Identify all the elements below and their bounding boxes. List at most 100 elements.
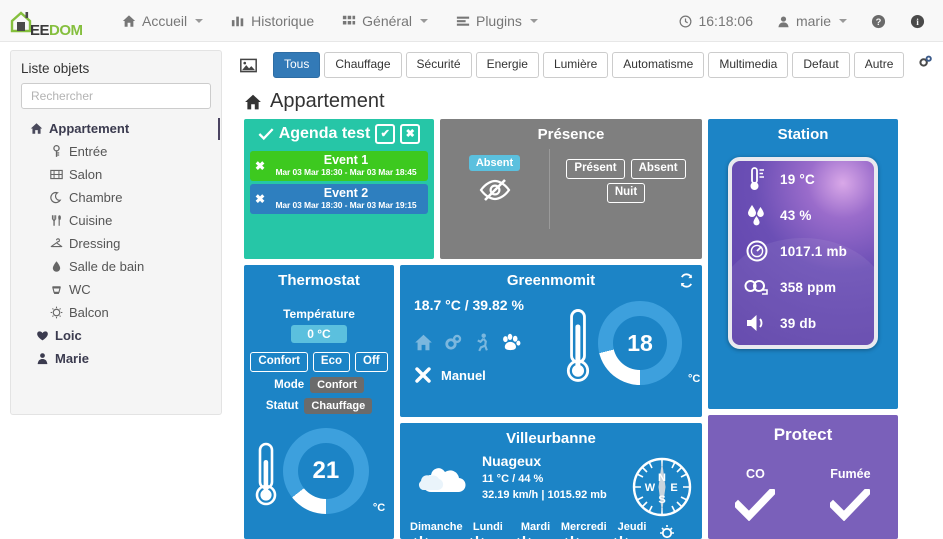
check-icon bbox=[735, 489, 775, 521]
station-panel: 19 °C 43 % 1017.1 mb bbox=[728, 157, 878, 349]
tab-lumiere[interactable]: Lumière bbox=[543, 52, 608, 77]
nav-user-menu[interactable]: marie bbox=[765, 0, 859, 42]
tab-automatisme[interactable]: Automatisme bbox=[612, 52, 704, 77]
tab-chauffage[interactable]: Chauffage bbox=[324, 52, 401, 77]
presence-present-button[interactable]: Présent bbox=[566, 159, 624, 179]
check-icon bbox=[258, 127, 274, 141]
thermostat-gauge-value: 21 bbox=[298, 443, 354, 499]
thermostat-eco-button[interactable]: Eco bbox=[313, 352, 350, 372]
sidebar-item-label: Entrée bbox=[69, 144, 107, 159]
sidebar-item-salle-de-bain[interactable]: Salle de bain bbox=[21, 255, 211, 278]
sun-icon bbox=[410, 534, 463, 539]
tab-securite[interactable]: Sécurité bbox=[406, 52, 472, 77]
sidebar-item-cuisine[interactable]: Cuisine bbox=[21, 209, 211, 232]
nav-info-button[interactable]: i bbox=[898, 0, 937, 42]
sun-icon bbox=[561, 534, 607, 539]
brand-logo-link[interactable]: EEDOM bbox=[8, 0, 94, 42]
tab-defaut[interactable]: Defaut bbox=[792, 52, 849, 77]
tab-tous[interactable]: Tous bbox=[273, 52, 320, 77]
paw-icon[interactable] bbox=[501, 333, 521, 352]
running-icon[interactable] bbox=[474, 333, 490, 352]
widget-thermostat[interactable]: Thermostat Température 0 °C Confort Eco … bbox=[244, 265, 394, 539]
weather-extra-icon-cell bbox=[657, 521, 702, 539]
thermostat-mode-value: Confort bbox=[310, 377, 364, 393]
tab-autre[interactable]: Autre bbox=[854, 52, 905, 77]
sidebar-item-label: Marie bbox=[55, 351, 89, 366]
presence-absent-button[interactable]: Absent bbox=[631, 159, 686, 179]
sidebar-item-dressing[interactable]: Dressing bbox=[21, 232, 211, 255]
nav-help-button[interactable]: ? bbox=[859, 0, 898, 42]
nav-item-general[interactable]: Général bbox=[328, 0, 442, 42]
nav-item-plugins[interactable]: Plugins bbox=[442, 0, 552, 42]
tab-energie[interactable]: Energie bbox=[476, 52, 539, 77]
greenmomit-mode-icons bbox=[414, 333, 564, 352]
refresh-icon[interactable] bbox=[679, 273, 694, 288]
sidebar-item-salon[interactable]: Salon bbox=[21, 163, 211, 186]
thermostat-off-button[interactable]: Off bbox=[355, 352, 388, 372]
protect-sensor-label: CO bbox=[735, 467, 775, 481]
forecast-day-label: Mercredi bbox=[561, 521, 607, 533]
agenda-event[interactable]: ✖ Event 2 Mar 03 Mar 18:30 - Mar 03 Mar … bbox=[250, 184, 428, 214]
image-icon[interactable] bbox=[240, 58, 257, 73]
agenda-event[interactable]: ✖ Event 1 Mar 03 Mar 18:30 - Mar 03 Mar … bbox=[250, 151, 428, 181]
svg-text:E: E bbox=[670, 482, 677, 494]
sidebar-item-wc[interactable]: WC bbox=[21, 278, 211, 301]
sidebar-item-marie[interactable]: Marie bbox=[21, 347, 211, 370]
widget-greenmomit[interactable]: Greenmomit 18.7 °C / 39.82 % bbox=[400, 265, 702, 417]
station-value: 19 °C bbox=[780, 172, 815, 187]
info-circle-icon: i bbox=[910, 14, 925, 29]
sidebar-item-loic[interactable]: Loic bbox=[21, 324, 211, 347]
presence-title: Présence bbox=[440, 119, 702, 143]
agenda-cancel-button[interactable]: ✖ bbox=[400, 124, 420, 144]
thermostat-confort-button[interactable]: Confort bbox=[250, 352, 308, 372]
widget-protect[interactable]: Protect CO Fumée bbox=[708, 415, 898, 539]
sidebar-item-entree[interactable]: Entrée bbox=[21, 140, 211, 163]
widget-station[interactable]: Station 19 °C 43 % bbox=[708, 119, 898, 409]
station-row-pressure: 1017.1 mb bbox=[732, 233, 874, 269]
protect-body: CO Fumée bbox=[708, 445, 898, 521]
forecast-day-label: Jeudi bbox=[618, 521, 647, 533]
sidebar-item-balcon[interactable]: Balcon bbox=[21, 301, 211, 324]
event-remove-icon[interactable]: ✖ bbox=[255, 192, 265, 206]
widget-weather[interactable]: Villeurbanne Nuageux 11 °C / 44 % 32.19 … bbox=[400, 423, 702, 539]
cloud-icon bbox=[408, 449, 482, 519]
presence-nuit-button[interactable]: Nuit bbox=[607, 183, 645, 203]
thermostat-temp-label: Température bbox=[244, 307, 394, 321]
thermometer-icon bbox=[564, 307, 592, 385]
station-value: 1017.1 mb bbox=[780, 244, 847, 259]
home-icon bbox=[29, 122, 43, 135]
forecast-day: Mercredi bbox=[561, 521, 607, 539]
nav-item-historique[interactable]: Historique bbox=[217, 0, 328, 42]
station-row-humidity: 43 % bbox=[732, 197, 874, 233]
sidebar-item-appartement[interactable]: Appartement bbox=[21, 117, 211, 140]
widget-presence[interactable]: Présence Absent bbox=[440, 119, 702, 259]
tab-multimedia[interactable]: Multimedia bbox=[708, 52, 788, 77]
gears-icon[interactable] bbox=[918, 54, 933, 69]
widget-agenda[interactable]: Agenda test ✔ ✖ ✖ Event 1 Mar 03 Mar 18:… bbox=[244, 119, 434, 259]
nav-item-accueil[interactable]: Accueil bbox=[108, 0, 217, 42]
svg-text:W: W bbox=[645, 482, 656, 494]
list-icon bbox=[456, 14, 470, 28]
page-title-text: Appartement bbox=[270, 90, 385, 113]
search-input[interactable] bbox=[21, 83, 211, 109]
thermostat-mode-buttons: Confort Eco Off bbox=[244, 352, 394, 372]
station-row-noise: 39 db bbox=[732, 305, 874, 341]
thermometer-icon bbox=[253, 440, 279, 508]
sidebar-item-chambre[interactable]: Chambre bbox=[21, 186, 211, 209]
event-remove-icon[interactable]: ✖ bbox=[255, 159, 265, 173]
nav-item-label: Général bbox=[362, 13, 412, 29]
question-circle-icon: ? bbox=[871, 14, 886, 29]
gears-icon[interactable] bbox=[444, 333, 463, 352]
greenmomit-manual-row[interactable]: Manuel bbox=[414, 366, 564, 384]
nav-item-label: Accueil bbox=[142, 13, 187, 29]
sidebar-item-label: Salle de bain bbox=[69, 259, 144, 274]
sidebar-panel: Liste objets Appartement Entrée bbox=[10, 50, 222, 415]
agenda-confirm-button[interactable]: ✔ bbox=[375, 124, 395, 144]
agenda-header: Agenda test ✔ ✖ bbox=[244, 119, 434, 148]
moon-icon bbox=[49, 191, 63, 204]
greenmomit-manual-label: Manuel bbox=[441, 368, 486, 383]
weather-forecast: Dimanche Lundi Mardi bbox=[400, 519, 702, 539]
thermostat-gauge-unit: °C bbox=[373, 502, 385, 514]
greenmomit-left: 18.7 °C / 39.82 % bbox=[414, 297, 564, 385]
home-icon[interactable] bbox=[414, 333, 433, 352]
